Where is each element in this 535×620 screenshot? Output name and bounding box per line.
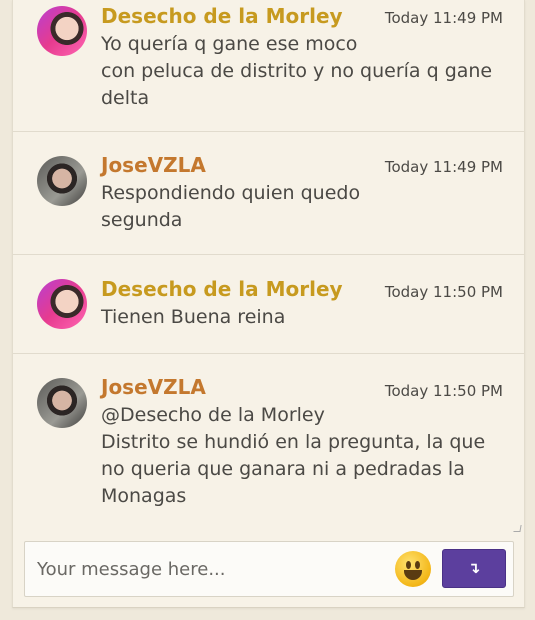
- avatar[interactable]: [37, 6, 87, 56]
- message-author[interactable]: Desecho de la Morley: [101, 277, 343, 301]
- emoji-mouth: [404, 570, 422, 580]
- message-text: Respondiendo quien quedo segunda: [101, 182, 361, 231]
- message-text: Tienen Buena reina: [101, 306, 286, 328]
- send-button[interactable]: ↴: [442, 549, 506, 588]
- send-arrow-icon: ↴: [467, 559, 481, 577]
- message-author[interactable]: JoseVZLA: [101, 375, 206, 399]
- message-timestamp: Today 11:49 PM: [384, 9, 503, 27]
- message-timestamp: Today 11:49 PM: [384, 158, 503, 176]
- message-item: JoseVZLA Today 11:49 PM Respondiendo qui…: [13, 132, 524, 254]
- emoji-eye: [415, 561, 420, 569]
- message-timestamp: Today 11:50 PM: [384, 283, 503, 301]
- message-input[interactable]: [35, 551, 389, 587]
- avatar[interactable]: [37, 156, 87, 206]
- avatar[interactable]: [37, 378, 87, 428]
- message-author[interactable]: Desecho de la Morley: [101, 4, 343, 28]
- message-list[interactable]: Desecho de la Morley Today 11:49 PM Yo q…: [13, 0, 524, 530]
- message-item: Desecho de la Morley Today 11:49 PM Yo q…: [13, 0, 524, 131]
- message-text: @Desecho de la Morley Distrito se hundió…: [101, 404, 486, 507]
- smiley-emoji-icon[interactable]: [395, 551, 431, 587]
- message-text: Yo quería q gane ese moco con peluca de …: [101, 33, 493, 109]
- chat-panel: Desecho de la Morley Today 11:49 PM Yo q…: [12, 0, 525, 608]
- message-author[interactable]: JoseVZLA: [101, 153, 206, 177]
- message-item: JoseVZLA Today 11:50 PM @Desecho de la M…: [13, 354, 524, 530]
- emoji-eye: [406, 561, 411, 569]
- message-timestamp: Today 11:50 PM: [384, 382, 503, 400]
- resize-handle-icon[interactable]: [513, 525, 522, 532]
- message-composer: ↴: [24, 541, 514, 597]
- avatar[interactable]: [37, 279, 87, 329]
- message-item: Desecho de la Morley Today 11:50 PM Tien…: [13, 255, 524, 353]
